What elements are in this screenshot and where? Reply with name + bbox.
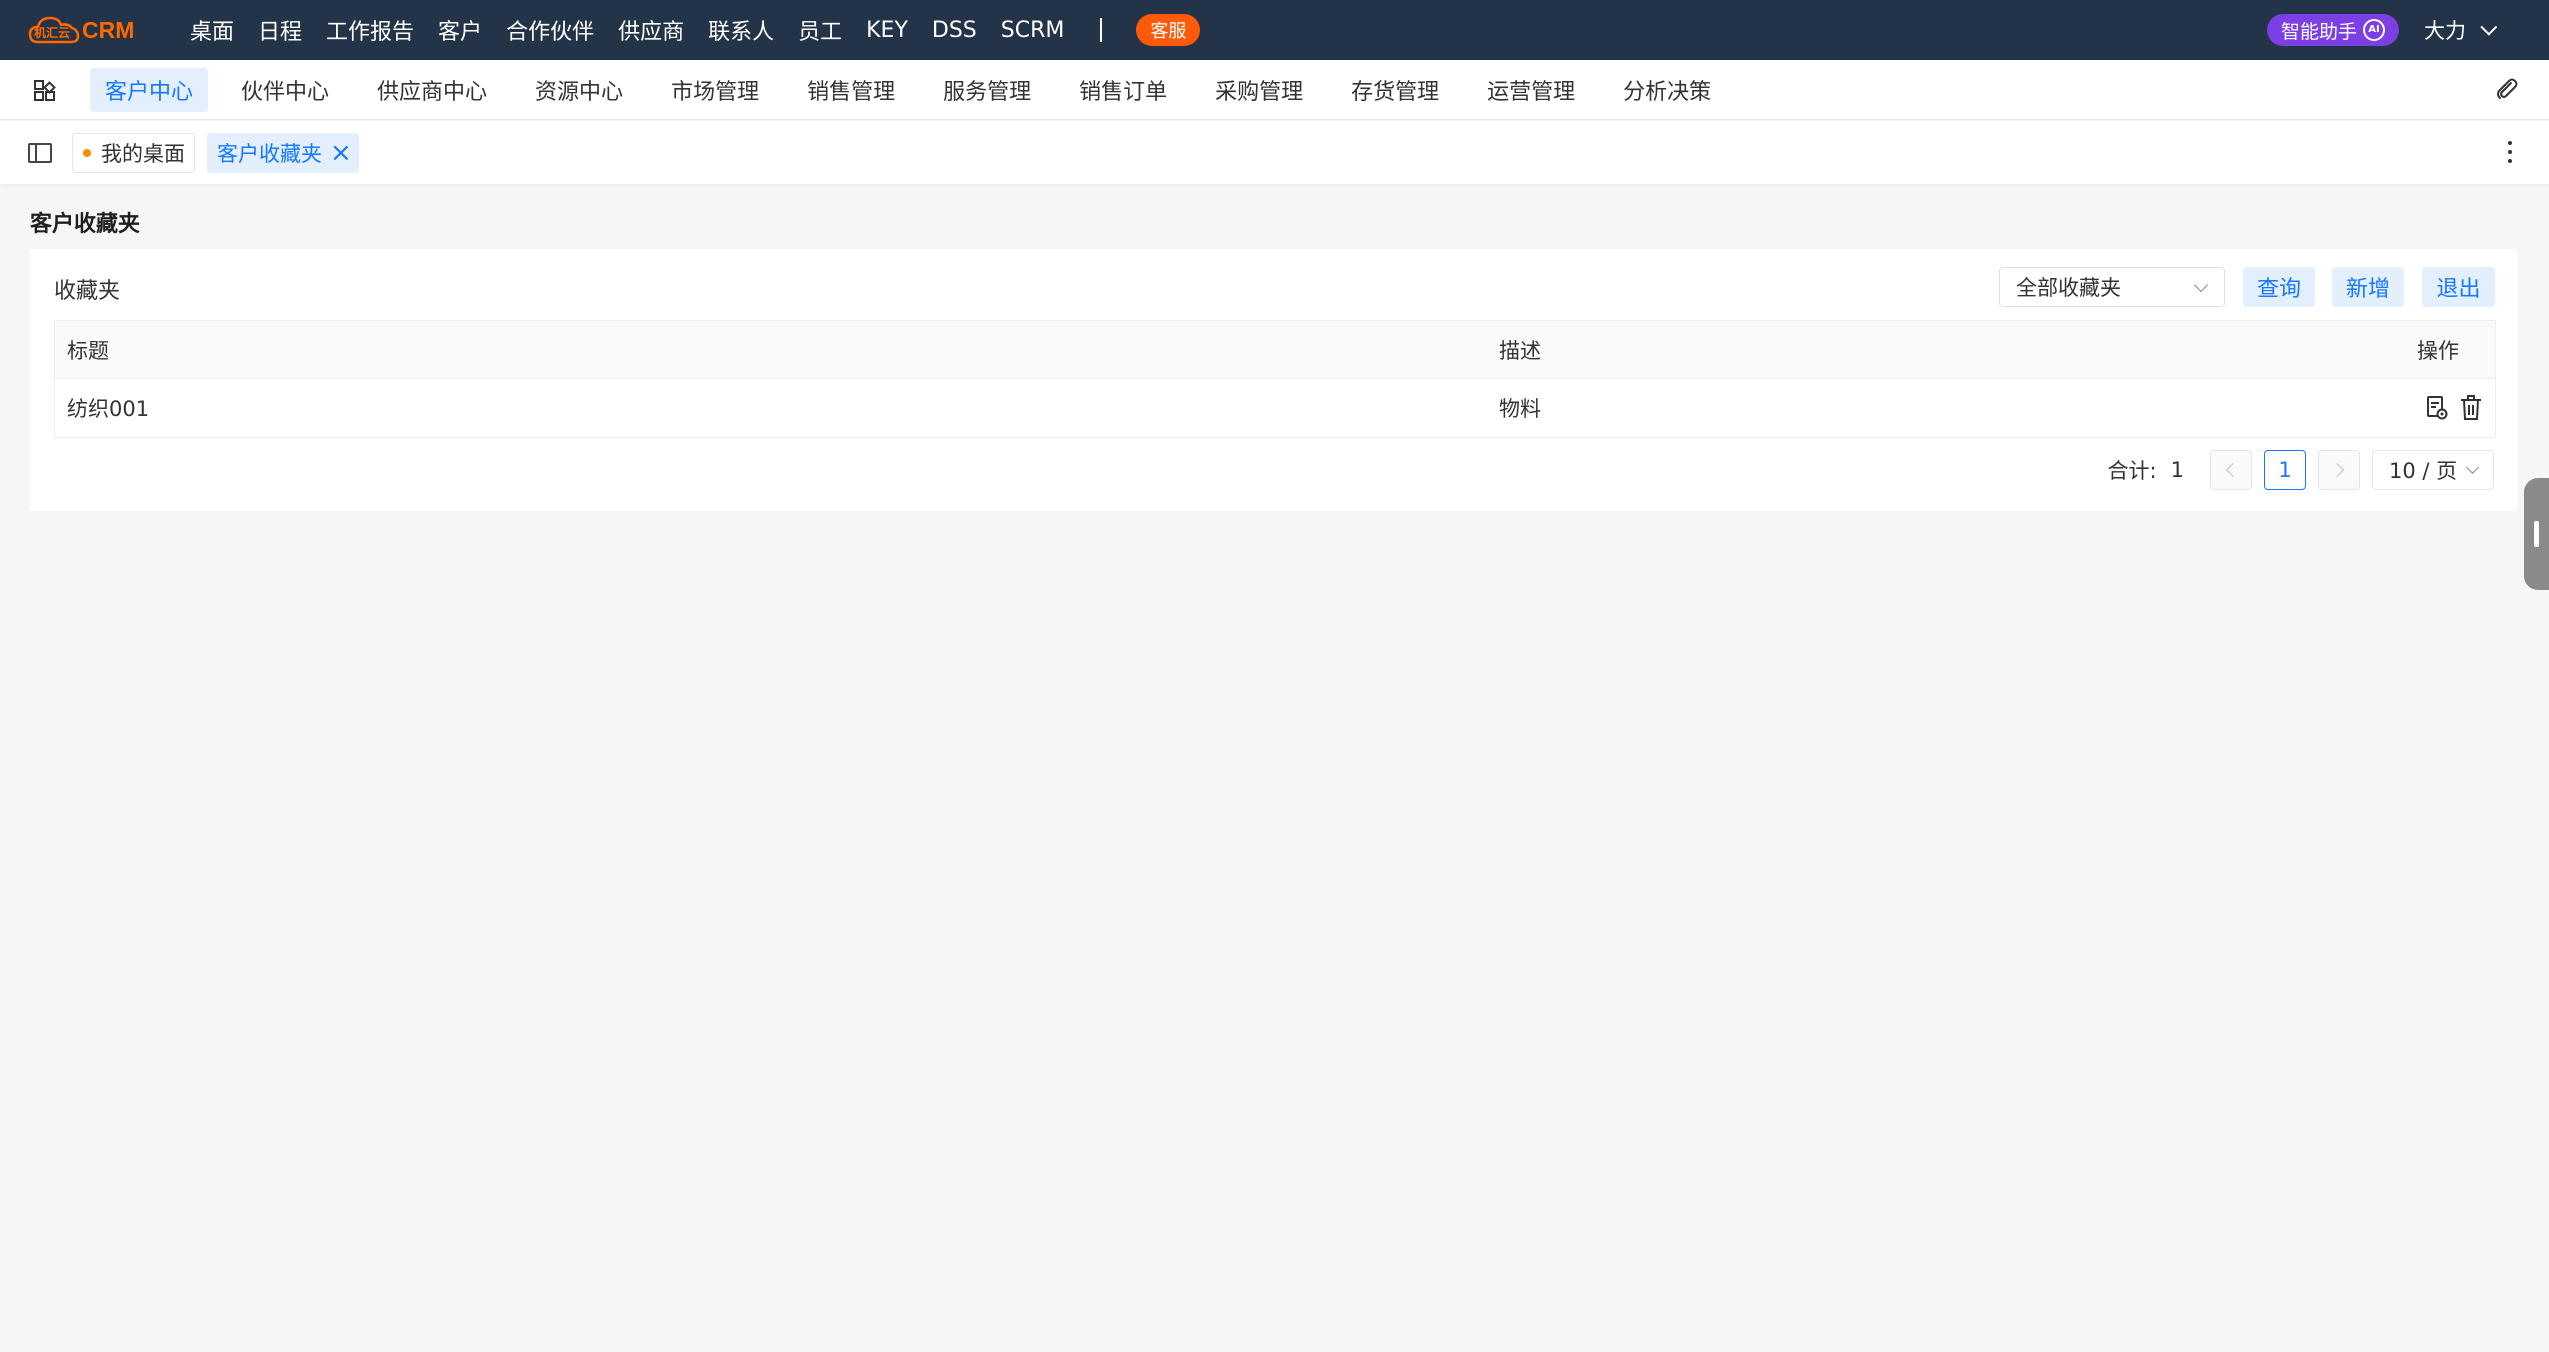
close-icon[interactable]: × xyxy=(330,140,352,166)
menu-sales-orders[interactable]: 销售订单 xyxy=(1064,68,1182,112)
tab-dot-icon xyxy=(83,149,91,157)
tab-label: 客户收藏夹 xyxy=(217,142,322,166)
table-header: 标题 描述 操作 xyxy=(55,321,2495,379)
top-nav-schedule[interactable]: 日程 xyxy=(258,14,302,46)
row-actions xyxy=(2425,395,2483,421)
sidebar-toggle-icon[interactable] xyxy=(28,143,52,163)
paperclip-icon[interactable] xyxy=(2494,76,2520,102)
ai-badge-icon: AI xyxy=(2363,19,2385,41)
menu-supplier-center[interactable]: 供应商中心 xyxy=(362,68,502,112)
total-count: 1 xyxy=(2170,458,2184,482)
chevron-down-icon xyxy=(2480,18,2498,36)
favorites-label: 收藏夹 xyxy=(54,279,121,304)
chevron-down-icon xyxy=(2193,277,2209,293)
crm-logo[interactable]: 机汇云 CRM xyxy=(28,12,134,48)
exit-button[interactable]: 退出 xyxy=(2422,267,2495,307)
chevron-left-icon xyxy=(2225,462,2241,478)
menu-operations-management[interactable]: 运营管理 xyxy=(1472,68,1590,112)
page-size-select[interactable]: 10 / 页 xyxy=(2372,450,2494,490)
user-menu[interactable]: 大力 xyxy=(2424,14,2498,46)
top-nav-items: 桌面 日程 工作报告 客户 合作伙伴 供应商 联系人 员工 KEY DSS SC… xyxy=(190,0,1201,60)
menu-sales-management[interactable]: 销售管理 xyxy=(792,68,910,112)
top-nav-employee[interactable]: 员工 xyxy=(798,14,842,46)
row-description: 物料 xyxy=(1499,397,1541,421)
favorites-select-value: 全部收藏夹 xyxy=(2016,276,2121,300)
page-tab-bar: 我的桌面 客户收藏夹 × xyxy=(0,121,2549,184)
ai-assistant-label: 智能助手 xyxy=(2280,20,2357,43)
top-nav-divider xyxy=(1100,18,1103,42)
top-nav-key[interactable]: KEY xyxy=(866,18,908,43)
chevron-down-icon xyxy=(2466,461,2479,474)
logo-text: 机汇云 xyxy=(34,26,71,40)
app-grid-icon[interactable] xyxy=(34,80,56,101)
column-header-title: 标题 xyxy=(67,338,109,363)
next-page-button[interactable] xyxy=(2318,450,2360,490)
menu-customer-center[interactable]: 客户中心 xyxy=(90,68,209,112)
row-title: 纺织001 xyxy=(67,397,150,421)
column-header-description: 描述 xyxy=(1499,338,1541,363)
more-vertical-icon[interactable] xyxy=(2507,141,2513,163)
top-nav-partner[interactable]: 合作伙伴 xyxy=(506,14,594,46)
add-button[interactable]: 新增 xyxy=(2332,267,2404,307)
user-name: 大力 xyxy=(2424,19,2466,43)
delete-icon[interactable] xyxy=(2459,395,2483,421)
page-number-button[interactable]: 1 xyxy=(2264,450,2306,490)
tab-label: 我的桌面 xyxy=(101,142,185,166)
page-title: 客户收藏夹 xyxy=(30,212,141,237)
menu-partner-center[interactable]: 伙伴中心 xyxy=(226,68,344,112)
menu-inventory-management[interactable]: 存货管理 xyxy=(1336,68,1454,112)
table-row[interactable]: 纺织001 物料 xyxy=(55,379,2495,437)
view-detail-icon[interactable] xyxy=(2425,395,2449,421)
page-size-value: 10 / 页 xyxy=(2389,459,2458,483)
chevron-right-icon xyxy=(2329,462,2345,478)
top-nav-contact[interactable]: 联系人 xyxy=(708,14,774,46)
total-label: 合计: xyxy=(2107,459,2157,483)
module-menu-bar: 客户中心 伙伴中心 供应商中心 资源中心 市场管理 销售管理 服务管理 销售订单… xyxy=(0,60,2549,120)
menu-purchase-management[interactable]: 采购管理 xyxy=(1200,68,1318,112)
logo-crm-text: CRM xyxy=(82,16,135,43)
tab-my-desktop[interactable]: 我的桌面 xyxy=(72,133,195,173)
favorites-select[interactable]: 全部收藏夹 xyxy=(1999,267,2225,307)
top-nav-customer[interactable]: 客户 xyxy=(438,14,482,46)
top-nav-desktop[interactable]: 桌面 xyxy=(190,14,234,46)
top-nav-work-report[interactable]: 工作报告 xyxy=(326,14,414,46)
column-header-actions: 操作 xyxy=(2417,338,2459,363)
prev-page-button[interactable] xyxy=(2210,450,2252,490)
top-nav-supplier[interactable]: 供应商 xyxy=(618,14,684,46)
menu-marketing-management[interactable]: 市场管理 xyxy=(656,68,774,112)
side-panel-handle[interactable] xyxy=(2524,478,2549,590)
favorites-card: 收藏夹 全部收藏夹 查询 新增 退出 标题 描述 操作 纺织001 物料 合计:… xyxy=(30,249,2518,511)
menu-resource-center[interactable]: 资源中心 xyxy=(520,68,638,112)
menu-service-management[interactable]: 服务管理 xyxy=(928,68,1046,112)
top-navigation-bar: 机汇云 CRM 桌面 日程 工作报告 客户 合作伙伴 供应商 联系人 员工 KE… xyxy=(0,0,2549,60)
pagination: 合计: 1 1 10 / 页 xyxy=(2108,450,2494,490)
favorites-table: 标题 描述 操作 纺织001 物料 xyxy=(54,320,2496,438)
module-menu-items: 客户中心 伙伴中心 供应商中心 资源中心 市场管理 销售管理 服务管理 销售订单… xyxy=(90,60,1744,120)
top-nav-dss[interactable]: DSS xyxy=(932,18,977,43)
top-nav-scrm[interactable]: SCRM xyxy=(1001,18,1065,43)
ai-assistant-button[interactable]: 智能助手 AI xyxy=(2267,14,2399,46)
customer-service-button[interactable]: 客服 xyxy=(1136,14,1201,46)
cloud-logo-icon: 机汇云 xyxy=(28,14,80,46)
menu-analysis-decision[interactable]: 分析决策 xyxy=(1608,68,1726,112)
tab-customer-favorites[interactable]: 客户收藏夹 × xyxy=(207,133,359,173)
query-button[interactable]: 查询 xyxy=(2243,267,2315,307)
